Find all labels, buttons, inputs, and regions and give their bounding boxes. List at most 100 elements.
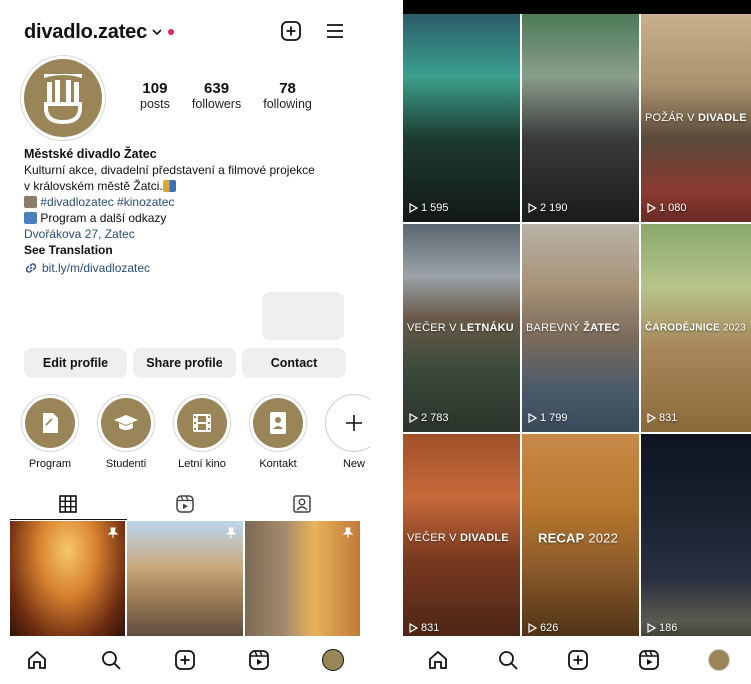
search-icon[interactable] [100,649,122,671]
reel-thumbnail[interactable]: VEČER V DIVADLE 831 [403,434,520,642]
profile-stats: 109 posts 639 followers 78 following [140,80,334,111]
highlight-kontakt[interactable]: Kontakt [248,394,308,470]
placeholder-box [262,292,344,340]
graduation-cap-icon [114,415,138,430]
contact-button[interactable]: Contact [242,348,346,378]
bio-line-1: Kulturní akce, divadelní představení a f… [24,163,315,177]
highlight-letni-kino[interactable]: Letní kino [172,394,232,470]
reel-caption: VEČER V LETNÁKU [407,322,514,334]
reel-caption: POŽÁR V DIVADLE [645,112,747,124]
play-icon [409,413,418,423]
reel-thumbnail[interactable]: 1 595 [403,14,520,222]
profile-url[interactable]: bit.ly/m/divadlozatec [24,260,360,276]
play-icon [409,623,418,633]
following-count: 78 [279,80,296,97]
reels-nav-icon[interactable] [638,649,660,671]
create-icon[interactable] [280,20,302,42]
highlight-program[interactable]: Program [20,394,80,470]
bottom-nav [0,636,370,684]
reels-nav-icon[interactable] [248,649,270,671]
url-text: bit.ly/m/divadlozatec [42,261,151,275]
reel-views: 186 [647,622,677,634]
top-strip [403,0,751,14]
plus-icon [346,415,362,431]
menu-icon[interactable] [324,20,346,42]
play-icon [528,413,537,423]
tagged-icon [292,495,311,513]
reel-thumbnail[interactable]: 186 [641,434,751,642]
profile-nav-avatar[interactable] [707,649,730,671]
chevron-down-icon[interactable] [152,27,162,37]
posts-stat[interactable]: 109 posts [140,80,170,111]
highlight-label: Program [28,458,72,470]
play-icon [647,413,656,423]
post-thumbnail[interactable] [127,521,243,639]
play-icon [528,623,537,633]
reel-thumbnail[interactable]: ČARODĚJNICE 2023 831 [641,224,751,432]
reel-thumbnail[interactable]: 2 190 [522,14,639,222]
profile-name: Městské divadlo Žatec [24,147,157,161]
reel-views: 1 595 [409,202,449,214]
share-profile-button[interactable]: Share profile [133,348,236,378]
post-thumbnail[interactable] [244,521,360,639]
reel-caption: ČARODĚJNICE 2023 [645,322,747,334]
reel-thumbnail[interactable]: RECAP 2022 626 [522,434,639,642]
play-icon [647,203,656,213]
highlight-label: New [342,458,365,470]
reel-thumbnail[interactable]: VEČER V LETNÁKU 2 783 [403,224,520,432]
reel-views: 831 [647,412,677,424]
profile-actions: Edit profile Share profile Contact [24,348,346,378]
play-icon [409,203,418,213]
search-icon[interactable] [497,649,519,671]
home-icon[interactable] [26,649,48,671]
followers-count: 639 [204,80,230,97]
reel-thumbnail[interactable]: BAREVNÝ ŽATEC 1 799 [522,224,639,432]
see-translation[interactable]: See Translation [24,242,360,258]
film-icon [193,414,211,432]
reel-views: 2 190 [528,202,568,214]
tab-posts[interactable] [10,488,127,520]
hashtags[interactable]: #divadlozatec #kinozatec [40,195,174,209]
reel-caption: BAREVNÝ ŽATEC [526,322,621,334]
create-post-icon[interactable] [174,649,196,671]
edit-profile-button[interactable]: Edit profile [24,348,127,378]
contact-card-icon [270,412,286,434]
followers-label: followers [191,97,242,111]
post-thumbnail[interactable] [10,521,126,639]
profile-nav-avatar[interactable] [322,649,344,671]
reel-views: 2 783 [409,412,449,424]
profile-avatar[interactable] [20,55,106,141]
reel-thumbnail[interactable]: POŽÁR V DIVADLE 1 080 [641,14,751,222]
reel-caption: VEČER V DIVADLE [407,532,509,544]
profile-bio: Městské divadlo Žatec Kulturní akce, div… [24,146,360,276]
highlight-studenti[interactable]: Studenti [96,394,156,470]
username[interactable]: divadlo.zatec [24,21,147,44]
tab-tagged[interactable] [243,488,360,520]
reels-grid: 1 595 2 190 POŽÁR V DIVADLE 1 080 VEČER … [403,14,751,642]
tab-reels[interactable] [127,488,244,520]
link-icon [25,263,37,273]
profile-screen: divadlo.zatec 109 posts 639 followers 78… [0,0,370,684]
address-link[interactable]: Dvořákova 27, Zatec [24,226,360,242]
theatre-masks-icon [162,180,176,192]
followers-stat[interactable]: 639 followers [192,80,241,111]
program-line: Program a další odkazy [40,211,167,225]
profile-tabs [10,488,360,520]
bottom-nav [403,636,751,684]
create-post-icon[interactable] [567,649,589,671]
highlight-new[interactable]: New [324,394,370,470]
reels-screen: 1 595 2 190 POŽÁR V DIVADLE 1 080 VEČER … [403,0,751,684]
document-icon [43,413,58,433]
theatre-logo-icon [44,74,82,125]
following-stat[interactable]: 78 following [263,80,312,111]
posts-grid [10,521,360,639]
posts-label: posts [140,97,170,111]
down-arrow-icon [24,212,37,224]
highlight-label: Studenti [105,458,147,470]
pin-icon [342,527,354,538]
highlight-label: Letní kino [178,458,226,470]
pin-icon [225,527,237,538]
reel-views: 1 080 [647,202,687,214]
play-icon [647,623,656,633]
home-icon[interactable] [427,649,449,671]
